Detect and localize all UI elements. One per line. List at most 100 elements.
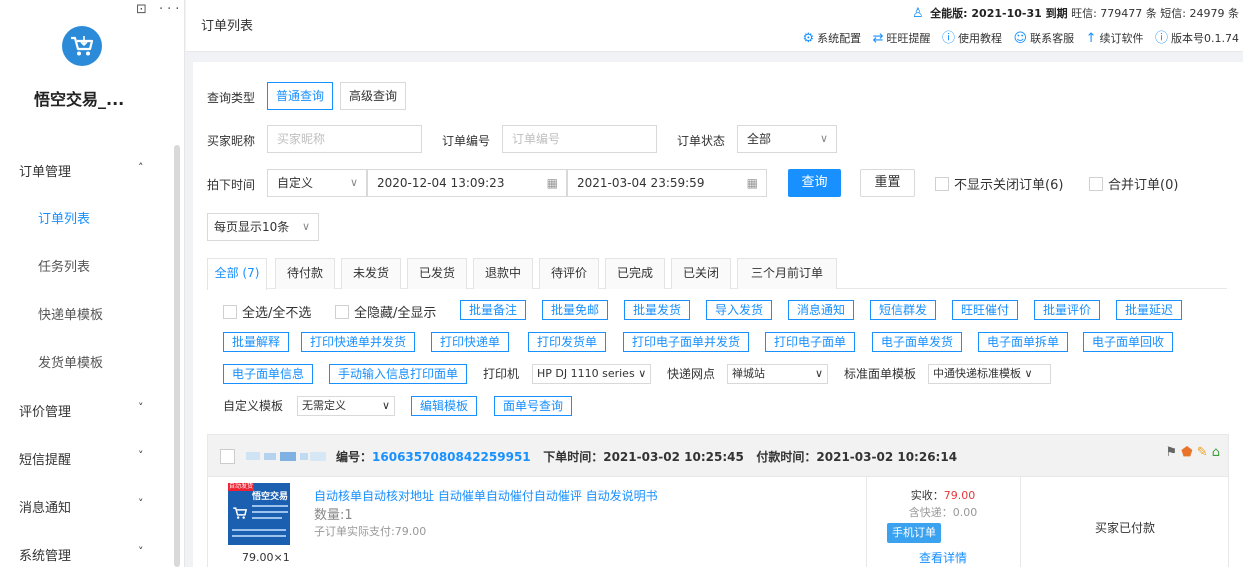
mobile-order-button[interactable]: 手机订单 <box>887 523 941 543</box>
batch-free-shipping-button[interactable]: 批量免邮 <box>542 300 609 320</box>
print-ewaybill-and-ship-button[interactable]: 打印电子面单并发货 <box>623 332 750 352</box>
select-all-checkbox[interactable]: 全选/全不选 <box>223 302 311 321</box>
select-value: 中通快递标准模板 <box>933 367 1021 380</box>
submenu-delivery-template[interactable]: 发货单模板 <box>38 352 103 371</box>
submenu-order-list[interactable]: 订单列表 <box>38 208 90 227</box>
product-title[interactable]: 自动核单自动核对地址 自动催单自动催付自动催评 自动发说明书 <box>314 487 658 504</box>
tab-older-orders[interactable]: 三个月前订单 <box>737 258 837 289</box>
print-express-and-ship-button[interactable]: 打印快递单并发货 <box>301 332 416 352</box>
sub-order-paid: 子订单实际支付:79.00 <box>314 525 427 538</box>
badge-icon[interactable]: ⬟ <box>1181 445 1192 460</box>
hide-closed-checkbox[interactable]: 不显示关闭订单(6) <box>935 174 1063 193</box>
menu-label: 订单管理 <box>19 165 72 180</box>
contact-service-link[interactable]: ☺ 联系客服 <box>1014 31 1075 46</box>
batch-delay-button[interactable]: 批量延迟 <box>1116 300 1183 320</box>
home-icon[interactable]: ⌂ <box>1212 445 1220 460</box>
import-ship-button[interactable]: 导入发货 <box>706 300 773 320</box>
user-icon: ♙ <box>912 6 924 21</box>
submenu-express-template[interactable]: 快递单模板 <box>38 304 103 323</box>
waybill-template-select[interactable]: 中通快递标准模板 ∨ <box>928 364 1051 384</box>
custom-template-select[interactable]: 无需定义 ∨ <box>297 396 395 416</box>
tab-closed[interactable]: 已关闭 <box>671 258 731 289</box>
advanced-query-tab[interactable]: 高级查询 <box>340 82 407 110</box>
printer-select[interactable]: HP DJ 1110 series ∨ <box>532 364 651 384</box>
pay-time: 付款时间：2021-03-02 10:26:14 <box>756 450 958 464</box>
hide-all-checkbox[interactable]: 全隐藏/全显示 <box>335 302 436 321</box>
chevron-down-icon: ∨ <box>349 176 358 189</box>
tab-pending-review[interactable]: 待评价 <box>539 258 599 289</box>
wangwang-remind-link[interactable]: ⇄ 旺旺提醒 <box>873 31 931 46</box>
ewaybill-ship-button[interactable]: 电子面单发货 <box>872 332 963 352</box>
edit-template-button[interactable]: 编辑模板 <box>411 396 478 416</box>
image-line <box>252 505 288 507</box>
order-header: 编号：1606357080842259951 下单时间：2021-03-02 1… <box>207 434 1229 477</box>
message-notify-button[interactable]: 消息通知 <box>788 300 855 320</box>
end-time-input[interactable]: 2021-03-04 23:59:59 ▦ <box>567 169 767 197</box>
batch-review-button[interactable]: 批量评价 <box>1034 300 1101 320</box>
tab-unshipped[interactable]: 未发货 <box>341 258 401 289</box>
menu-sms-reminder[interactable]: 短信提醒 ˅ <box>0 446 170 470</box>
ewaybill-recycle-button[interactable]: 电子面单回收 <box>1083 332 1174 352</box>
flag-icon[interactable]: ⚑ <box>1165 445 1177 460</box>
menu-system-management[interactable]: 系统管理 ˅ <box>0 542 170 566</box>
page-size-select[interactable]: 每页显示10条 ∨ <box>207 213 319 241</box>
search-button[interactable]: 查询 <box>788 169 841 197</box>
waybill-query-button[interactable]: 面单号查询 <box>494 396 573 416</box>
merge-orders-checkbox[interactable]: 合并订单(0) <box>1089 174 1178 193</box>
order-no-input[interactable]: 订单编号 <box>502 125 657 153</box>
chevron-down-icon: ˅ <box>138 449 144 462</box>
start-time-input[interactable]: 2020-12-04 13:09:23 ▦ <box>367 169 567 197</box>
menu-label: 评价管理 <box>19 405 72 420</box>
sidebar-tools[interactable]: ⊡ ··· <box>136 2 183 17</box>
buyer-input[interactable]: 买家昵称 <box>267 125 422 153</box>
menu-review-management[interactable]: 评价管理 ˅ <box>0 398 170 422</box>
chevron-down-icon: ∨ <box>814 367 823 380</box>
menu-order-management[interactable]: 订单管理 ˄ <box>0 158 170 182</box>
checkbox-box <box>1089 177 1103 191</box>
sms-broadcast-button[interactable]: 短信群发 <box>870 300 937 320</box>
paid-amount: 实收：79.00 <box>868 487 1018 503</box>
reset-button[interactable]: 重置 <box>860 169 915 197</box>
print-ewaybill-button[interactable]: 打印电子面单 <box>765 332 856 352</box>
order-status-select[interactable]: 全部 ∨ <box>737 125 837 153</box>
tab-shipped[interactable]: 已发货 <box>407 258 467 289</box>
tab-completed[interactable]: 已完成 <box>605 258 665 289</box>
ewaybill-info-button[interactable]: 电子面单信息 <box>223 364 314 384</box>
version-link[interactable]: ⓘ 版本号0.1.74 <box>1154 31 1239 46</box>
edit-icon[interactable]: ✎ <box>1197 445 1208 460</box>
app-logo <box>62 26 102 66</box>
order-no[interactable]: 1606357080842259951 <box>372 450 531 464</box>
batch-ship-button[interactable]: 批量发货 <box>624 300 691 320</box>
batch-remark-button[interactable]: 批量备注 <box>460 300 527 320</box>
select-value: 无需定义 <box>302 399 346 412</box>
system-config-link[interactable]: ⚙ 系统配置 <box>802 31 861 46</box>
time-mode-select[interactable]: 自定义 ∨ <box>267 169 367 197</box>
view-detail-link[interactable]: 查看详情 <box>868 549 1018 566</box>
tab-refunding[interactable]: 退款中 <box>473 258 533 289</box>
tab-pending-payment[interactable]: 待付款 <box>275 258 335 289</box>
order-checkbox[interactable] <box>220 449 235 464</box>
wangwang-urge-button[interactable]: 旺旺催付 <box>952 300 1019 320</box>
help-icon: ⓘ <box>942 31 956 46</box>
print-express-button[interactable]: 打印快递单 <box>431 332 510 352</box>
manual-print-waybill-button[interactable]: 手动输入信息打印面单 <box>329 364 468 384</box>
app-name: 悟空交易_... <box>34 90 125 109</box>
product-image[interactable]: 自动发货 悟空交易 <box>228 483 290 545</box>
renew-link[interactable]: ↑ 续订软件 <box>1086 31 1144 46</box>
express-point-label: 快递网点 <box>667 367 716 381</box>
menu-message-notify[interactable]: 消息通知 ˅ <box>0 494 170 518</box>
sidebar-scrollbar[interactable] <box>174 145 180 567</box>
express-point-select[interactable]: 禅城站 ∨ <box>727 364 828 384</box>
ewaybill-split-button[interactable]: 电子面单拆单 <box>978 332 1069 352</box>
chevron-down-icon: ˅ <box>138 545 144 558</box>
tutorial-link[interactable]: ⓘ 使用教程 <box>942 31 1002 46</box>
top-links: ⚙ 系统配置 ⇄ 旺旺提醒 ⓘ 使用教程 ☺ 联系客服 ↑ 续订软件 ⓘ 版本号0.1.74 <box>794 27 1239 46</box>
print-delivery-note-button[interactable]: 打印发货单 <box>528 332 607 352</box>
batch-explain-button[interactable]: 批量解释 <box>223 332 290 352</box>
chevron-down-icon: ∨ <box>1024 367 1033 380</box>
buyer-label: 买家昵称 <box>207 134 256 148</box>
tab-all[interactable]: 全部 (7) <box>207 258 267 290</box>
submenu-task-list[interactable]: 任务列表 <box>38 256 90 275</box>
normal-query-tab[interactable]: 普通查询 <box>267 82 334 110</box>
info-icon: ⓘ <box>1154 31 1168 46</box>
